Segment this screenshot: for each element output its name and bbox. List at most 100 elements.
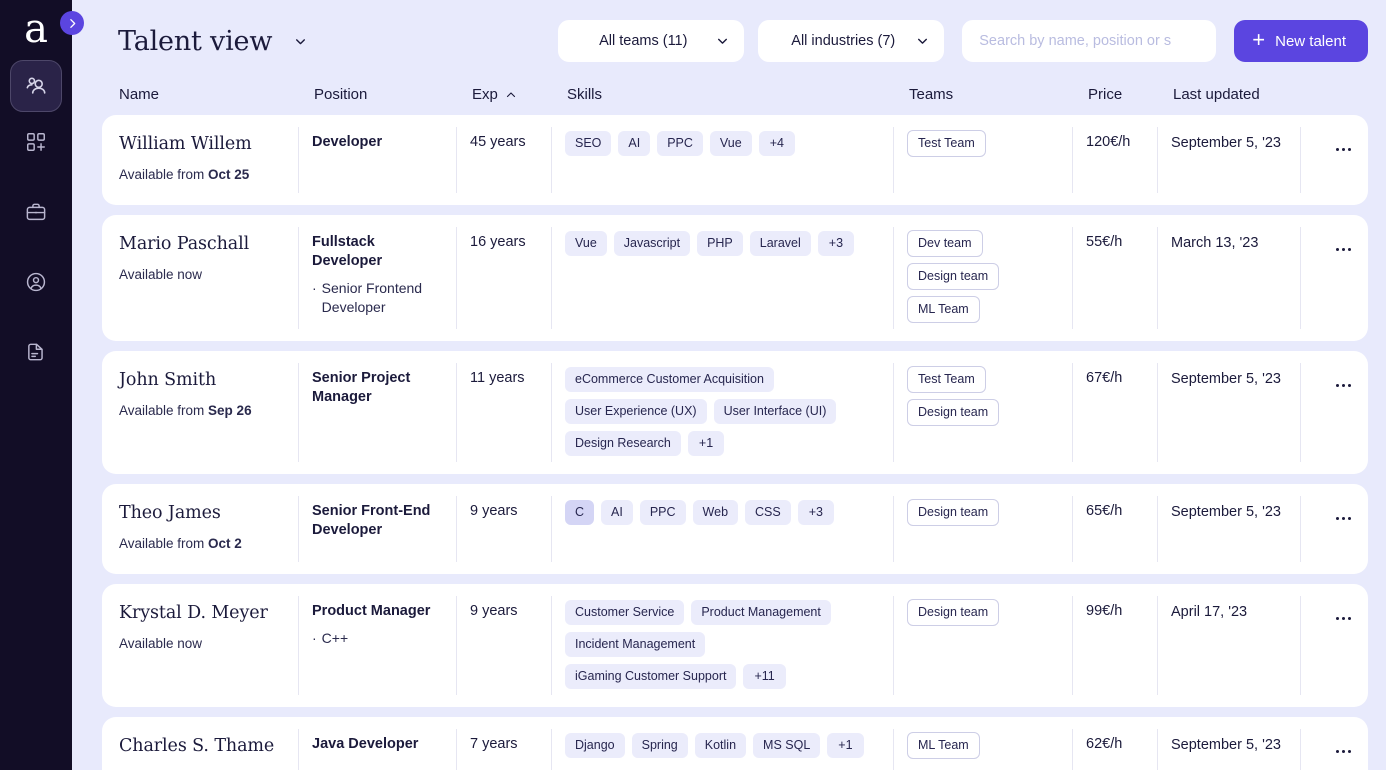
skill-tag[interactable]: Javascript [613, 231, 691, 256]
skill-tag[interactable]: SEO [565, 131, 612, 156]
skill-tag[interactable]: PPC [657, 131, 703, 156]
skill-tag[interactable]: Django [565, 733, 625, 758]
cell-teams: Design team [893, 484, 1072, 574]
skill-tag[interactable]: AI [618, 131, 651, 156]
industries-filter-select[interactable]: All industries (7) [758, 20, 945, 62]
skill-tag[interactable]: Incident Management [565, 632, 706, 657]
skill-tag[interactable]: Web [692, 500, 739, 525]
table-row[interactable]: Theo James Available from Oct 2 Senior Fro… [102, 484, 1368, 574]
column-header-exp[interactable]: Exp [458, 86, 553, 103]
skills-more-tag[interactable]: +1 [827, 733, 864, 758]
skills-more-tag[interactable]: +3 [797, 500, 834, 525]
skill-tag[interactable]: AI [601, 500, 633, 525]
column-header-name[interactable]: Name [104, 86, 300, 103]
cell-exp: 45 years [456, 115, 551, 205]
page-title: Talent view [118, 25, 273, 57]
skill-tag[interactable]: eCommerce Customer Acquisition [565, 367, 774, 392]
skill-tag[interactable]: Spring [631, 733, 688, 758]
sidebar-item-jobs[interactable] [10, 186, 62, 238]
sidebar-item-projects[interactable] [10, 116, 62, 168]
skill-tag[interactable]: Laravel [749, 231, 811, 256]
sidebar-item-profile[interactable] [10, 256, 62, 308]
skill-tag[interactable]: Customer Service [565, 600, 685, 625]
cell-last-updated: September 5, '23 [1157, 484, 1300, 574]
skill-tag[interactable]: Design Research [565, 431, 681, 456]
skill-tag[interactable]: Vue [709, 131, 752, 156]
cell-teams: Dev team Design team ML Team [893, 215, 1072, 341]
skill-tag[interactable]: Vue [565, 231, 607, 256]
price-value: 120€/h [1086, 134, 1131, 150]
talent-name[interactable]: William Willem [119, 133, 284, 155]
price-value: 99€/h [1086, 603, 1123, 619]
ellipsis-icon[interactable] [1330, 608, 1356, 628]
skill-tag[interactable]: PPC [639, 500, 686, 525]
chevron-up-icon [506, 91, 515, 97]
cell-actions [1300, 584, 1368, 707]
table-row[interactable]: William Willem Available from Oct 25 Devel… [102, 115, 1368, 205]
column-header-skills[interactable]: Skills [553, 86, 895, 103]
table-body[interactable]: William Willem Available from Oct 25 Devel… [102, 115, 1368, 770]
cell-name: William Willem Available from Oct 25 [102, 115, 298, 205]
table-row[interactable]: Charles S. ThameAvailable now Java Develo… [102, 717, 1368, 770]
cell-teams: Design team [893, 584, 1072, 707]
column-header-price[interactable]: Price [1074, 86, 1159, 103]
sidebar-item-documents[interactable] [10, 326, 62, 378]
talent-name[interactable]: Mario Paschall [119, 233, 284, 255]
cell-last-updated: March 13, '23 [1157, 215, 1300, 341]
skill-tag[interactable]: MS SQL [753, 733, 821, 758]
skill-tag[interactable]: iGaming Customer Support [565, 664, 737, 689]
column-header-position[interactable]: Position [300, 86, 458, 103]
skills-more-tag[interactable]: +4 [758, 131, 795, 156]
document-icon [25, 341, 47, 363]
new-talent-button[interactable]: + New talent [1234, 20, 1368, 62]
sidebar-item-talent[interactable] [10, 60, 62, 112]
cell-teams: ML Team [893, 717, 1072, 770]
team-tag[interactable]: Design team [907, 399, 1000, 426]
table-row[interactable]: John Smith Available from Sep 26 Senior Pr… [102, 351, 1368, 474]
team-tag[interactable]: Dev team [907, 230, 983, 257]
ellipsis-icon[interactable] [1330, 375, 1356, 395]
talent-name[interactable]: Theo James [119, 502, 284, 524]
team-tag[interactable]: Design team [907, 599, 1000, 626]
cell-skills: Vue Javascript PHP Laravel +3 [551, 215, 893, 341]
skill-tag[interactable]: PHP [697, 231, 743, 256]
bullet-icon: · [312, 280, 317, 296]
team-tag[interactable]: Test Team [907, 130, 986, 157]
sidebar-collapse-button[interactable] [60, 11, 84, 35]
skill-tag[interactable]: C [565, 500, 595, 525]
ellipsis-icon[interactable] [1330, 508, 1356, 528]
skill-tag[interactable]: Product Management [691, 600, 831, 625]
skill-tag[interactable]: User Interface (UI) [713, 399, 837, 424]
team-tag[interactable]: Test Team [907, 366, 986, 393]
skill-tag[interactable]: CSS [745, 500, 791, 525]
column-header-teams[interactable]: Teams [895, 86, 1074, 103]
table-row[interactable]: Mario Paschall Available now Fullstack Dev… [102, 215, 1368, 341]
talent-name[interactable]: Charles S. Thame [119, 735, 284, 757]
search-box[interactable] [962, 20, 1217, 62]
team-tag[interactable]: Design team [907, 499, 1000, 526]
availability-text: Available now [119, 636, 203, 651]
last-updated-value: April 17, '23 [1171, 604, 1248, 620]
table-row[interactable]: Krystal D. Meyer Available now Product Man… [102, 584, 1368, 707]
skills-more-tag[interactable]: +11 [743, 664, 786, 689]
team-tag[interactable]: ML Team [907, 296, 980, 323]
teams-filter-select[interactable]: All teams (11) [558, 20, 745, 62]
skills-more-tag[interactable]: +3 [817, 231, 855, 256]
skills-more-tag[interactable]: +1 [687, 431, 725, 456]
position-subtitle: · Senior Frontend Developer [312, 280, 423, 315]
industries-filter-label: All industries (7) [791, 33, 896, 49]
ellipsis-icon[interactable] [1330, 239, 1356, 259]
search-input[interactable] [979, 33, 1200, 49]
ellipsis-icon[interactable] [1330, 139, 1356, 159]
team-tag[interactable]: ML Team [907, 732, 980, 759]
talent-name[interactable]: John Smith [119, 369, 284, 391]
ellipsis-icon[interactable] [1330, 741, 1356, 761]
talent-name[interactable]: Krystal D. Meyer [119, 602, 284, 624]
team-tag[interactable]: Design team [907, 263, 1000, 290]
view-switcher[interactable]: Talent view [118, 26, 307, 57]
column-header-last-updated[interactable]: Last updated [1159, 86, 1302, 103]
skill-tag[interactable]: User Experience (UX) [565, 399, 707, 424]
people-icon [23, 73, 49, 99]
position-title: Fullstack Developer [312, 234, 383, 269]
skill-tag[interactable]: Kotlin [694, 733, 747, 758]
